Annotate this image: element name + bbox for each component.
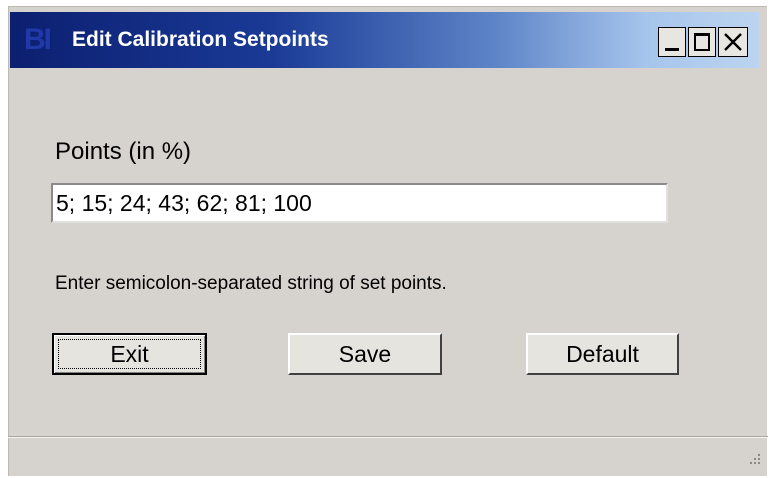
resize-grip-icon[interactable] — [746, 452, 762, 468]
hint-text: Enter semicolon-separated string of set … — [55, 273, 447, 294]
title-bar[interactable]: BI Edit Calibration Setpoints — [10, 12, 759, 68]
dialog-window — [8, 6, 767, 476]
default-button[interactable]: Default — [526, 333, 679, 375]
save-button[interactable]: Save — [288, 333, 442, 375]
minimize-button[interactable] — [658, 27, 686, 57]
points-label: Points (in %) — [55, 138, 192, 165]
save-button-label: Save — [338, 341, 392, 367]
close-button[interactable] — [718, 27, 748, 57]
window-title: Edit Calibration Setpoints — [72, 28, 329, 51]
points-input[interactable] — [51, 183, 668, 223]
app-logo: BI — [24, 23, 52, 56]
minimize-icon — [665, 48, 679, 51]
focus-rectangle — [58, 339, 201, 369]
exit-button[interactable]: Exit — [52, 333, 207, 375]
maximize-button[interactable] — [688, 27, 716, 57]
close-icon — [724, 33, 742, 51]
maximize-icon — [694, 33, 710, 51]
default-button-label: Default — [566, 341, 639, 367]
status-separator — [8, 436, 768, 438]
